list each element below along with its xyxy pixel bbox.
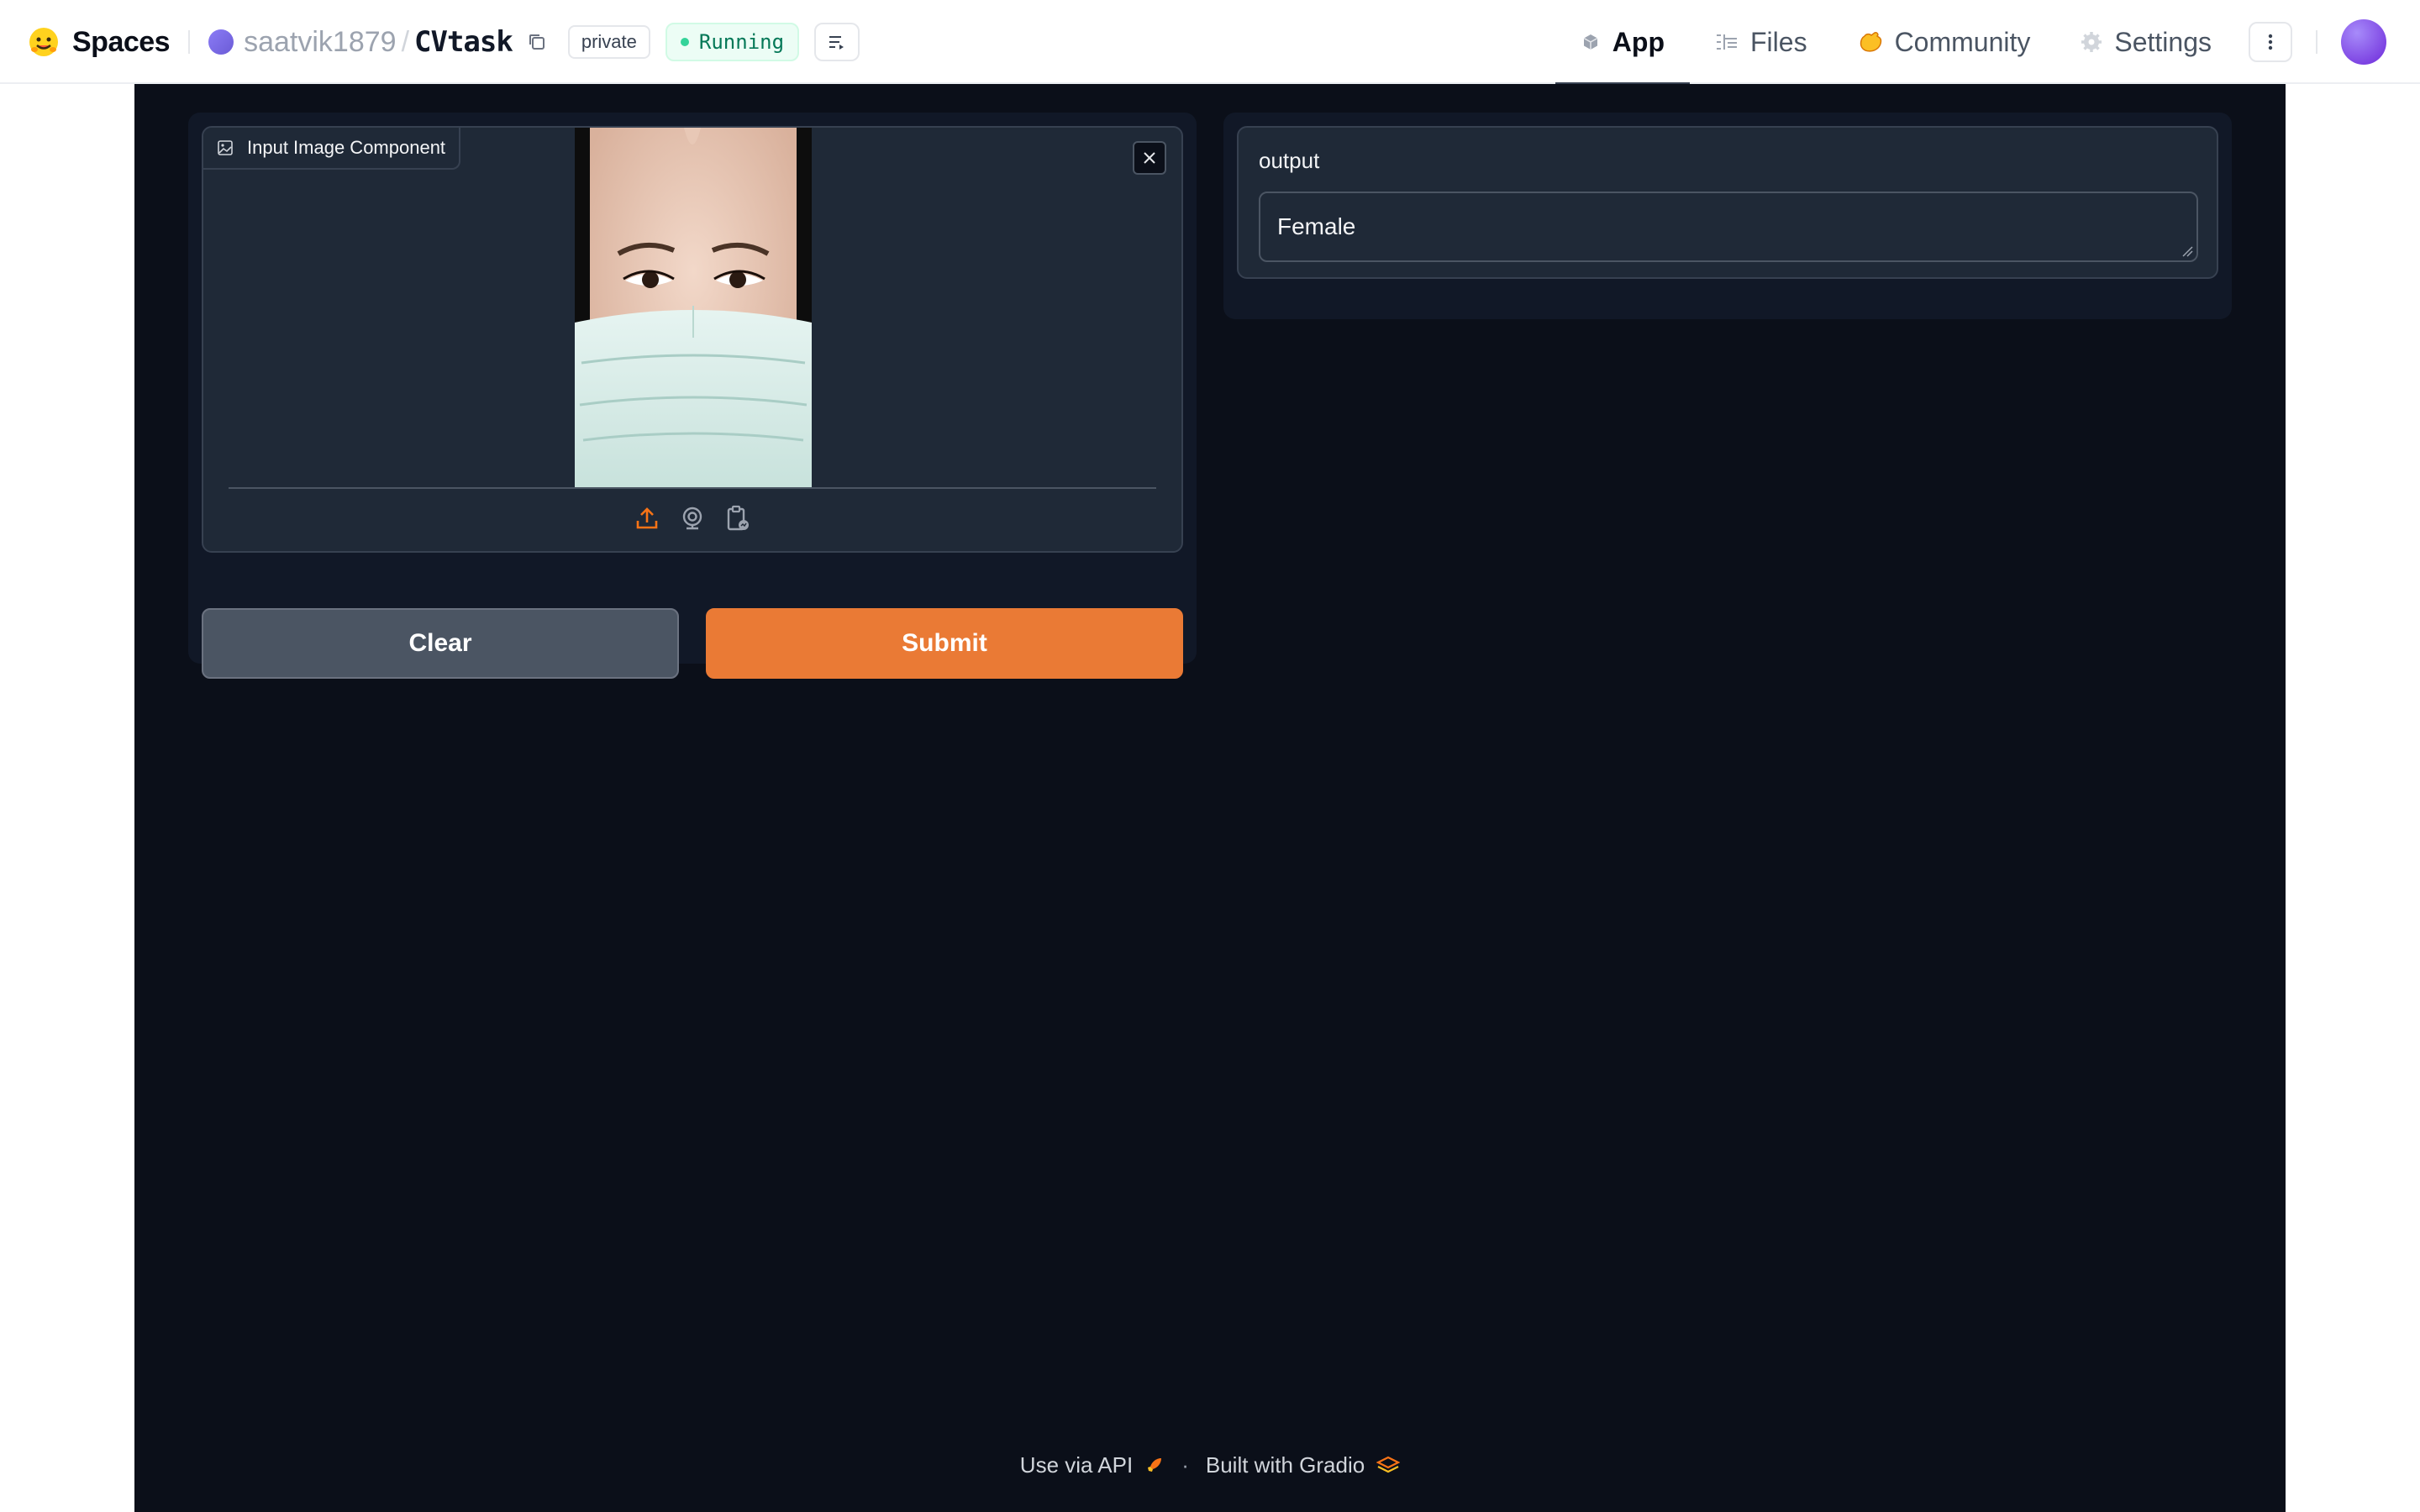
gradio-logo-icon <box>1376 1456 1401 1473</box>
image-source-selector <box>203 504 1181 533</box>
tab-label: Community <box>1894 26 2031 57</box>
tab-files[interactable]: Files <box>1690 0 1833 84</box>
status-dot-icon <box>680 38 689 46</box>
user-avatar[interactable] <box>2341 19 2386 65</box>
status-badge[interactable]: Running <box>665 23 800 61</box>
space-breadcrumb: Spaces saatvik1879 / CVtask private Runn… <box>27 0 860 84</box>
image-icon <box>218 140 233 155</box>
more-options-button[interactable] <box>2249 22 2292 62</box>
image-input-label: Input Image Component <box>203 128 461 170</box>
gradio-footer: Use via API · Built with Gradio <box>134 1448 2286 1482</box>
owner-avatar[interactable] <box>208 29 234 55</box>
uploaded-image <box>575 128 812 487</box>
copy-icon[interactable] <box>526 31 548 53</box>
community-icon <box>1860 32 1881 52</box>
visibility-badge: private <box>567 25 650 59</box>
files-icon <box>1717 34 1737 50</box>
hugging-face-logo-icon[interactable] <box>27 25 60 59</box>
remove-image-button[interactable] <box>1133 141 1166 175</box>
divider <box>2316 30 2317 54</box>
clipboard-icon <box>727 505 749 531</box>
image-input-label-text: Input Image Component <box>247 137 446 158</box>
face-photo <box>575 128 812 487</box>
tab-label: Files <box>1750 26 1807 57</box>
source-divider <box>229 487 1156 489</box>
status-label: Running <box>698 30 785 54</box>
input-panel: Input Image Component Clear Submit <box>188 113 1197 679</box>
webcam-source-button[interactable] <box>679 504 706 533</box>
divider <box>188 30 191 54</box>
image-input[interactable]: Input Image Component <box>202 126 1183 553</box>
vertical-dots-icon <box>2268 34 2273 50</box>
repo-name-link[interactable]: CVtask <box>414 25 513 59</box>
gradio-app: Input Image Component Clear Submit outpu… <box>134 84 2286 1512</box>
owner-link[interactable]: saatvik1879 <box>244 26 396 59</box>
space-header: Spaces saatvik1879 / CVtask private Runn… <box>0 0 2420 86</box>
use-via-api-link[interactable]: Use via API <box>1020 1452 1133 1478</box>
logs-icon <box>829 36 844 50</box>
output-value: Female <box>1277 213 1356 239</box>
tab-label: App <box>1612 26 1665 57</box>
clipboard-source-button[interactable] <box>724 504 751 533</box>
submit-button[interactable]: Submit <box>706 608 1183 679</box>
footer-separator: · <box>1181 1452 1189 1478</box>
tab-community[interactable]: Community <box>1833 0 2056 84</box>
built-with-gradio-link[interactable]: Built with Gradio <box>1206 1452 1365 1478</box>
tab-settings[interactable]: Settings <box>2055 0 2237 84</box>
clear-button[interactable]: Clear <box>202 608 679 679</box>
gear-icon <box>2081 32 2102 52</box>
output-textbox[interactable]: Female <box>1259 192 2198 262</box>
webcam-icon <box>682 507 702 530</box>
rocket-icon <box>1148 1458 1162 1472</box>
upload-icon <box>636 507 658 529</box>
space-nav: App Files Community Settings <box>1555 0 2420 86</box>
output-panel: output Female <box>1223 113 2232 319</box>
tab-label: Settings <box>2114 26 2212 57</box>
close-icon <box>1144 152 1155 164</box>
output-label: output <box>1259 148 1320 173</box>
output-textbox-block: output Female <box>1237 126 2218 279</box>
upload-source-button[interactable] <box>634 504 660 533</box>
resize-handle-icon[interactable] <box>2181 245 2193 257</box>
app-icon <box>1583 34 1598 50</box>
tab-app[interactable]: App <box>1555 0 1691 86</box>
spaces-link[interactable]: Spaces <box>72 26 171 59</box>
logs-button[interactable] <box>814 23 860 61</box>
path-separator: / <box>401 25 410 58</box>
